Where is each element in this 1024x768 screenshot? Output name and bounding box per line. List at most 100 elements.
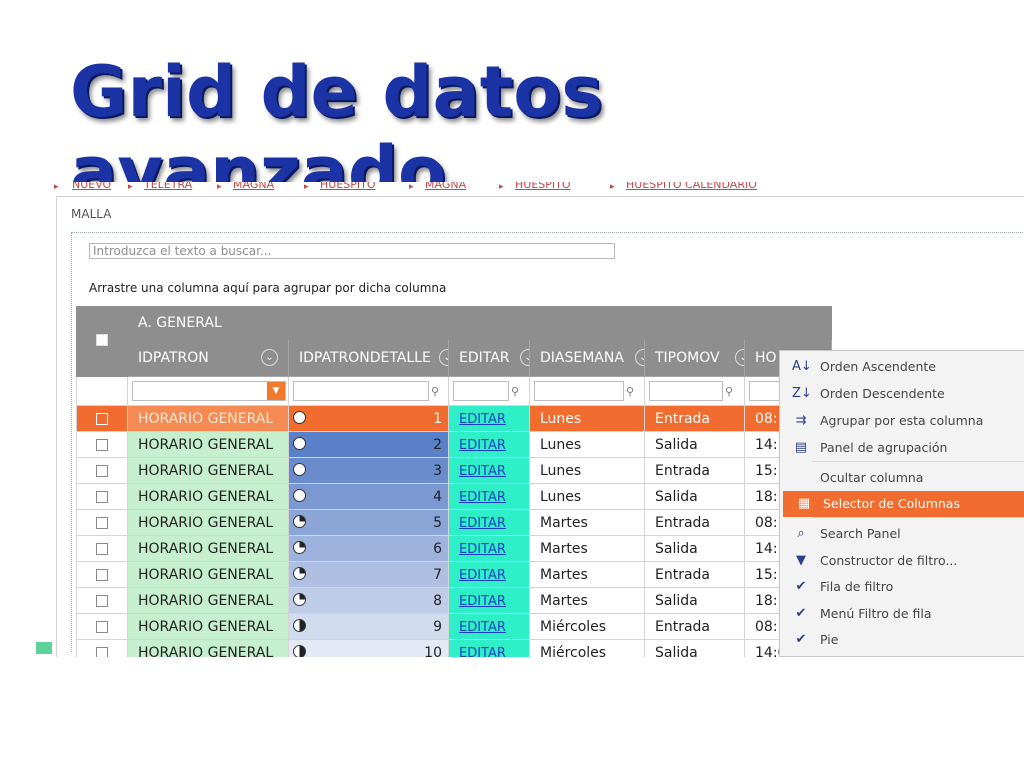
row-select-cell[interactable] [76, 483, 128, 510]
cell-tipomov[interactable]: Salida [644, 587, 745, 614]
edit-link[interactable]: EDITAR [459, 412, 506, 427]
cell-idpatrondetalle[interactable]: 9 [288, 613, 449, 640]
filter-input[interactable] [293, 381, 429, 401]
cell-idpatron[interactable]: HORARIO GENERAL [127, 483, 289, 510]
cell-diasemana[interactable]: Lunes [529, 457, 645, 484]
row-select-cell[interactable] [76, 431, 128, 458]
cell-idpatrondetalle[interactable]: 3 [288, 457, 449, 484]
cell-idpatrondetalle[interactable]: 6 [288, 535, 449, 562]
edit-link[interactable]: EDITAR [459, 568, 506, 583]
table-row[interactable]: HORARIO GENERAL 5 EDITAR Martes Entrada 08: [76, 509, 832, 536]
row-select-cell[interactable] [76, 613, 128, 640]
cell-tipomov[interactable]: Entrada [644, 561, 745, 588]
edit-link[interactable]: EDITAR [459, 542, 506, 557]
breadcrumb-item[interactable]: NUEVO [72, 182, 111, 191]
cell-editar[interactable]: EDITAR [448, 535, 530, 562]
select-all-checkbox[interactable] [96, 333, 108, 346]
cell-idpatrondetalle[interactable]: 8 [288, 587, 449, 614]
cell-idpatrondetalle[interactable]: 10 [288, 639, 449, 657]
breadcrumb-item[interactable]: HUESPITO [320, 182, 376, 191]
context-menu-item[interactable]: ⌕ Search Panel [780, 521, 1024, 547]
row-checkbox[interactable] [96, 516, 108, 529]
cell-diasemana[interactable]: Miércoles [529, 639, 645, 657]
cell-diasemana[interactable]: Martes [529, 535, 645, 562]
cell-tipomov[interactable]: Salida [644, 483, 745, 510]
row-checkbox[interactable] [96, 620, 108, 633]
filter-dropdown[interactable]: ▼ [132, 381, 286, 401]
chevron-down-icon[interactable]: ⌄ [635, 349, 644, 366]
row-select-cell[interactable] [76, 405, 128, 432]
filter-cell-diasemana[interactable]: ⚲ [529, 376, 645, 406]
search-input[interactable] [89, 243, 615, 259]
row-checkbox[interactable] [96, 542, 108, 555]
row-select-cell[interactable] [76, 457, 128, 484]
column-header-diasemana[interactable]: DIASEMANA ⌄ [529, 339, 645, 377]
cell-idpatron[interactable]: HORARIO GENERAL [127, 405, 289, 432]
cell-idpatron[interactable]: HORARIO GENERAL [127, 561, 289, 588]
cell-tipomov[interactable]: Entrada [644, 509, 745, 536]
breadcrumb-item[interactable]: HUESPITO CALENDARIO [626, 182, 757, 191]
context-menu-item[interactable]: ▼ Constructor de filtro... [780, 548, 1024, 574]
edit-link[interactable]: EDITAR [459, 620, 506, 635]
row-select-cell[interactable] [76, 587, 128, 614]
table-row[interactable]: HORARIO GENERAL 8 EDITAR Martes Salida 18: [76, 587, 832, 614]
context-menu-item[interactable]: ✔ Menú Filtro de fila [780, 601, 1024, 627]
breadcrumb-item[interactable]: MAGNA [425, 182, 466, 191]
table-row[interactable]: HORARIO GENERAL 7 EDITAR Martes Entrada 15: [76, 561, 832, 588]
cell-idpatrondetalle[interactable]: 2 [288, 431, 449, 458]
select-all-header[interactable] [76, 306, 128, 377]
cell-editar[interactable]: EDITAR [448, 483, 530, 510]
context-menu-item[interactable]: ✔ Pie [780, 627, 1024, 653]
cell-editar[interactable]: EDITAR [448, 613, 530, 640]
row-checkbox[interactable] [96, 490, 108, 503]
cell-editar[interactable]: EDITAR [448, 431, 530, 458]
cell-diasemana[interactable]: Martes [529, 561, 645, 588]
column-header-tipomov[interactable]: TIPOMOV ⌄ [644, 339, 745, 377]
edit-link[interactable]: EDITAR [459, 646, 506, 658]
filter-cell-tipomov[interactable]: ⚲ [644, 376, 745, 406]
context-menu-item[interactable]: ⇉ Agrupar por esta columna [780, 408, 1024, 434]
cell-editar[interactable]: EDITAR [448, 509, 530, 536]
context-menu-item[interactable]: Z↓ Orden Descendente [780, 381, 1024, 407]
row-select-cell[interactable] [76, 561, 128, 588]
chevron-down-icon[interactable]: ⌄ [520, 349, 529, 366]
cell-idpatron[interactable]: HORARIO GENERAL [127, 457, 289, 484]
context-menu-item[interactable]: A↓ Orden Ascendente [780, 354, 1024, 380]
context-menu-item[interactable]: Ocultar columna [780, 465, 1024, 491]
filter-input[interactable] [453, 381, 509, 401]
context-menu-item[interactable]: ▦ Selector de Columnas [783, 491, 1024, 517]
filter-cell-idpatrondetalle[interactable]: ⚲ [288, 376, 449, 406]
cell-diasemana[interactable]: Lunes [529, 431, 645, 458]
row-select-cell[interactable] [76, 639, 128, 657]
cell-diasemana[interactable]: Martes [529, 509, 645, 536]
table-row[interactable]: HORARIO GENERAL 9 EDITAR Miércoles Entrada 08… [76, 613, 832, 640]
row-checkbox[interactable] [96, 464, 108, 477]
filter-cell-editar[interactable]: ⚲ [448, 376, 530, 406]
table-row[interactable]: HORARIO GENERAL10EDITARMiércolesSalida14… [76, 639, 832, 658]
breadcrumb-item[interactable]: TELETRA [144, 182, 192, 191]
row-checkbox[interactable] [96, 438, 108, 451]
table-row[interactable]: HORARIO GENERAL 3 EDITAR Lunes Entrada 15: [76, 457, 832, 484]
cell-idpatrondetalle[interactable]: 1 [288, 405, 449, 432]
cell-diasemana[interactable]: Martes [529, 587, 645, 614]
filter-input[interactable] [649, 381, 723, 401]
row-checkbox[interactable] [96, 646, 108, 657]
table-row[interactable]: HORARIO GENERAL 2 EDITAR Lunes Salida 14: [76, 431, 832, 458]
cell-tipomov[interactable]: Entrada [644, 457, 745, 484]
row-select-cell[interactable] [76, 535, 128, 562]
filter-icon[interactable]: ⚲ [725, 385, 733, 398]
table-row[interactable]: HORARIO GENERAL 4 EDITAR Lunes Salida 18: [76, 483, 832, 510]
cell-idpatron[interactable]: HORARIO GENERAL [127, 535, 289, 562]
edit-link[interactable]: EDITAR [459, 516, 506, 531]
edit-link[interactable]: EDITAR [459, 490, 506, 505]
column-header-idpatrondetalle[interactable]: IDPATRONDETALLE ⌄ [288, 339, 449, 377]
edit-link[interactable]: EDITAR [459, 438, 506, 453]
filter-cell-idpatron[interactable]: ▼ [127, 376, 289, 406]
filter-icon[interactable]: ⚲ [431, 385, 439, 398]
column-header-idpatron[interactable]: IDPATRON ⌄ [127, 339, 289, 377]
filter-input[interactable] [534, 381, 624, 401]
context-menu-item[interactable]: ▤ Panel de agrupación [780, 435, 1024, 461]
row-checkbox[interactable] [96, 594, 108, 607]
row-checkbox[interactable] [96, 568, 108, 581]
cell-idpatrondetalle[interactable]: 4 [288, 483, 449, 510]
